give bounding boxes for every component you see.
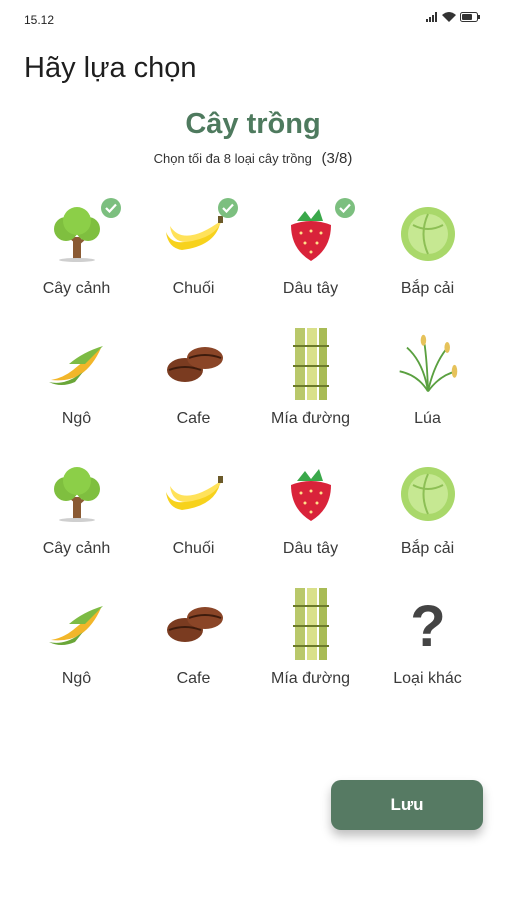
crop-option[interactable]: Ngô [18,580,135,710]
check-icon [334,198,355,218]
cabbage-icon [396,454,460,534]
status-bar: 15.12 [0,0,506,40]
crop-option[interactable]: Cafe [135,320,252,450]
save-button[interactable]: Lưu [331,780,483,830]
section-subtitle: Chọn tối đa 8 loại cây trồng (3/8) [0,150,506,167]
crop-label: Cây cảnh [42,540,111,557]
crop-option[interactable]: ? Loại khác [369,580,486,710]
banana-icon [162,454,226,534]
page-title: Hãy lựa chọn [24,52,197,84]
crop-label: Chuối [172,280,215,297]
rice-icon [396,324,460,404]
crop-option[interactable]: Bắp cải [369,450,486,580]
crop-label: Dâu tây [282,280,339,297]
check-icon [100,198,121,218]
tree-icon [45,454,109,534]
crop-option[interactable]: Chuối [135,190,252,320]
crop-label: Ngô [61,670,92,687]
status-time: 15.12 [24,13,55,27]
cabbage-icon [396,194,460,274]
crop-option[interactable]: Cây cảnh [18,190,135,320]
sugarcane-icon [279,584,343,664]
crop-label: Mía đường [270,410,350,427]
crop-option[interactable]: Mía đường [252,320,369,450]
crop-option[interactable]: Ngô [18,320,135,450]
crop-option[interactable]: Dâu tây [252,190,369,320]
corn-icon [45,324,109,404]
crop-grid: Cây cảnh Chuối Dâu tây Bắp cải Ngô Cafe Mía đư… [18,190,488,710]
coffee-bean-icon [162,584,226,664]
crop-option[interactable]: Chuối [135,450,252,580]
crop-label: Cafe [176,410,211,427]
crop-option[interactable]: Bắp cải [369,190,486,320]
battery-icon [460,12,480,22]
crop-label: Bắp cải [400,280,455,297]
coffee-bean-icon [162,324,226,404]
crop-label: Lúa [414,410,441,427]
crop-option[interactable]: Dâu tây [252,450,369,580]
crop-label: Cây cảnh [42,280,111,297]
crop-label: Cafe [176,670,211,687]
crop-label: Ngô [61,410,92,427]
check-icon [217,198,238,218]
selection-count: (3/8) [321,150,353,167]
banana-icon [162,194,238,274]
wifi-icon [442,12,456,22]
crop-option[interactable]: Lúa [369,320,486,450]
tree-icon [45,194,121,274]
crop-label: Chuối [172,540,215,557]
crop-label: Bắp cải [400,540,455,557]
corn-icon [45,584,109,664]
question-mark-icon: ? [396,584,460,664]
crop-option[interactable]: Mía đường [252,580,369,710]
crop-option[interactable]: Cafe [135,580,252,710]
crop-option[interactable]: Cây cảnh [18,450,135,580]
crop-label: Mía đường [270,670,350,687]
section-title: Cây trồng [185,108,321,140]
status-icons [426,12,480,22]
sugarcane-icon [279,324,343,404]
strawberry-icon [279,454,343,534]
strawberry-icon [279,194,355,274]
subtitle-text: Chọn tối đa 8 loại cây trồng [153,151,312,166]
crop-label: Dâu tây [282,540,339,557]
signal-icon [426,12,437,22]
svg-text:?: ? [410,594,445,654]
crop-label: Loại khác [393,670,462,687]
